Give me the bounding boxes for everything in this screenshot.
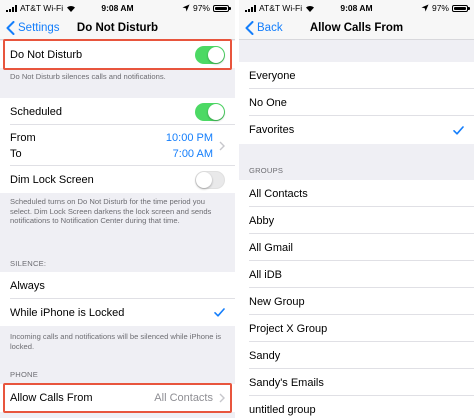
cellular-signal-icon xyxy=(245,4,256,12)
group-row[interactable]: Project X Group xyxy=(239,315,474,342)
wifi-icon xyxy=(67,5,76,12)
status-time: 9:08 AM xyxy=(101,3,134,13)
silence-section-header: SILENCE: xyxy=(10,259,47,268)
status-battery-group: 97% xyxy=(155,3,231,13)
back-button-label: Settings xyxy=(18,22,60,34)
group-row[interactable]: Sandy xyxy=(239,342,474,369)
group-row[interactable]: Sandy's Emails xyxy=(239,369,474,396)
dnd-toggle[interactable] xyxy=(195,45,225,64)
dnd-label: Do Not Disturb xyxy=(10,48,83,61)
option-favorites[interactable]: Favorites xyxy=(239,116,474,144)
option-label: No One xyxy=(249,96,287,109)
back-button[interactable]: Back xyxy=(245,16,283,40)
status-battery-group: 97% xyxy=(394,3,470,13)
option-everyone[interactable]: Everyone xyxy=(239,62,474,89)
silence-always-row[interactable]: Always xyxy=(0,272,235,299)
group-label: untitled group xyxy=(249,403,316,416)
option-no-one[interactable]: No One xyxy=(239,89,474,116)
allow-calls-from-label: Allow Calls From xyxy=(10,392,93,404)
battery-icon xyxy=(212,4,231,12)
location-arrow-icon xyxy=(421,4,429,12)
checkmark-icon xyxy=(214,308,225,317)
scheduled-row[interactable]: Scheduled xyxy=(0,98,235,125)
group-label: All Gmail xyxy=(249,241,294,254)
chevron-right-icon xyxy=(219,141,225,150)
cellular-signal-icon xyxy=(6,4,17,12)
group-row[interactable]: All Gmail xyxy=(239,234,474,261)
carrier-label: AT&T Wi-Fi xyxy=(20,3,64,13)
phone-section-header: PHONE xyxy=(10,370,39,379)
allow-calls-from-value: All Contacts xyxy=(154,392,213,404)
scheduled-footer: Scheduled turns on Do Not Disturb for th… xyxy=(10,197,212,225)
groups-section-header: GROUPS xyxy=(249,166,284,175)
nav-bar: Back Allow Calls From xyxy=(239,16,474,40)
status-carrier-group: AT&T Wi-Fi xyxy=(6,3,80,13)
group-label: All Contacts xyxy=(249,187,308,200)
back-chevron-icon xyxy=(6,21,15,35)
to-label: To xyxy=(10,147,22,160)
back-chevron-icon xyxy=(245,21,254,35)
silence-footer: Incoming calls and notifications will be… xyxy=(10,332,222,351)
status-time: 9:08 AM xyxy=(340,3,373,13)
do-not-disturb-screen: AT&T Wi-Fi 9:08 AM 97% Settings Do Not D… xyxy=(0,0,235,418)
chevron-right-icon xyxy=(219,393,225,403)
group-row[interactable]: Abby xyxy=(239,207,474,234)
silence-locked-row[interactable]: While iPhone is Locked xyxy=(0,299,235,326)
group-label: Sandy xyxy=(249,349,281,362)
battery-icon xyxy=(451,4,470,12)
group-label: Sandy's Emails xyxy=(249,376,324,389)
dim-lock-screen-label: Dim Lock Screen xyxy=(10,173,94,186)
scheduled-label: Scheduled xyxy=(10,105,62,118)
while-locked-label: While iPhone is Locked xyxy=(10,306,125,319)
group-label: Project X Group xyxy=(249,322,328,335)
status-carrier-group: AT&T Wi-Fi xyxy=(245,3,319,13)
group-label: All iDB xyxy=(249,268,283,281)
option-label: Everyone xyxy=(249,69,296,82)
group-row[interactable]: untitled group xyxy=(239,396,474,418)
group-label: Abby xyxy=(249,214,275,227)
back-button-settings[interactable]: Settings xyxy=(6,16,60,40)
dim-lock-screen-row[interactable]: Dim Lock Screen xyxy=(0,166,235,193)
dnd-row[interactable]: Do Not Disturb xyxy=(0,41,235,68)
battery-percent: 97% xyxy=(192,3,210,13)
schedule-time-row[interactable]: From To 10:00 PM 7:00 AM xyxy=(0,125,235,166)
status-bar: AT&T Wi-Fi 9:08 AM 97% xyxy=(0,0,235,16)
group-row[interactable]: New Group xyxy=(239,288,474,315)
nav-bar: Settings Do Not Disturb xyxy=(0,16,235,40)
group-row[interactable]: All iDB xyxy=(239,261,474,288)
allow-calls-from-screen: AT&T Wi-Fi 9:08 AM 97% Back Allow Calls … xyxy=(239,0,474,418)
location-arrow-icon xyxy=(182,4,190,12)
group-label: New Group xyxy=(249,295,305,308)
group-row[interactable]: All Contacts xyxy=(239,180,474,207)
battery-percent: 97% xyxy=(431,3,449,13)
from-time-value: 10:00 PM xyxy=(165,131,213,144)
dim-lock-screen-toggle[interactable] xyxy=(195,170,225,189)
carrier-label: AT&T Wi-Fi xyxy=(259,3,303,13)
to-time-value: 7:00 AM xyxy=(172,147,213,160)
back-button-label: Back xyxy=(257,22,283,34)
option-label: Favorites xyxy=(249,124,295,136)
wifi-icon xyxy=(306,5,315,12)
scheduled-toggle[interactable] xyxy=(195,102,225,121)
allow-calls-from-row[interactable]: Allow Calls From All Contacts xyxy=(0,384,235,412)
always-label: Always xyxy=(10,279,45,292)
from-label: From xyxy=(10,131,36,144)
dnd-footer: Do Not Disturb silences calls and notifi… xyxy=(10,72,166,81)
status-bar: AT&T Wi-Fi 9:08 AM 97% xyxy=(239,0,474,16)
checkmark-icon xyxy=(453,125,464,135)
